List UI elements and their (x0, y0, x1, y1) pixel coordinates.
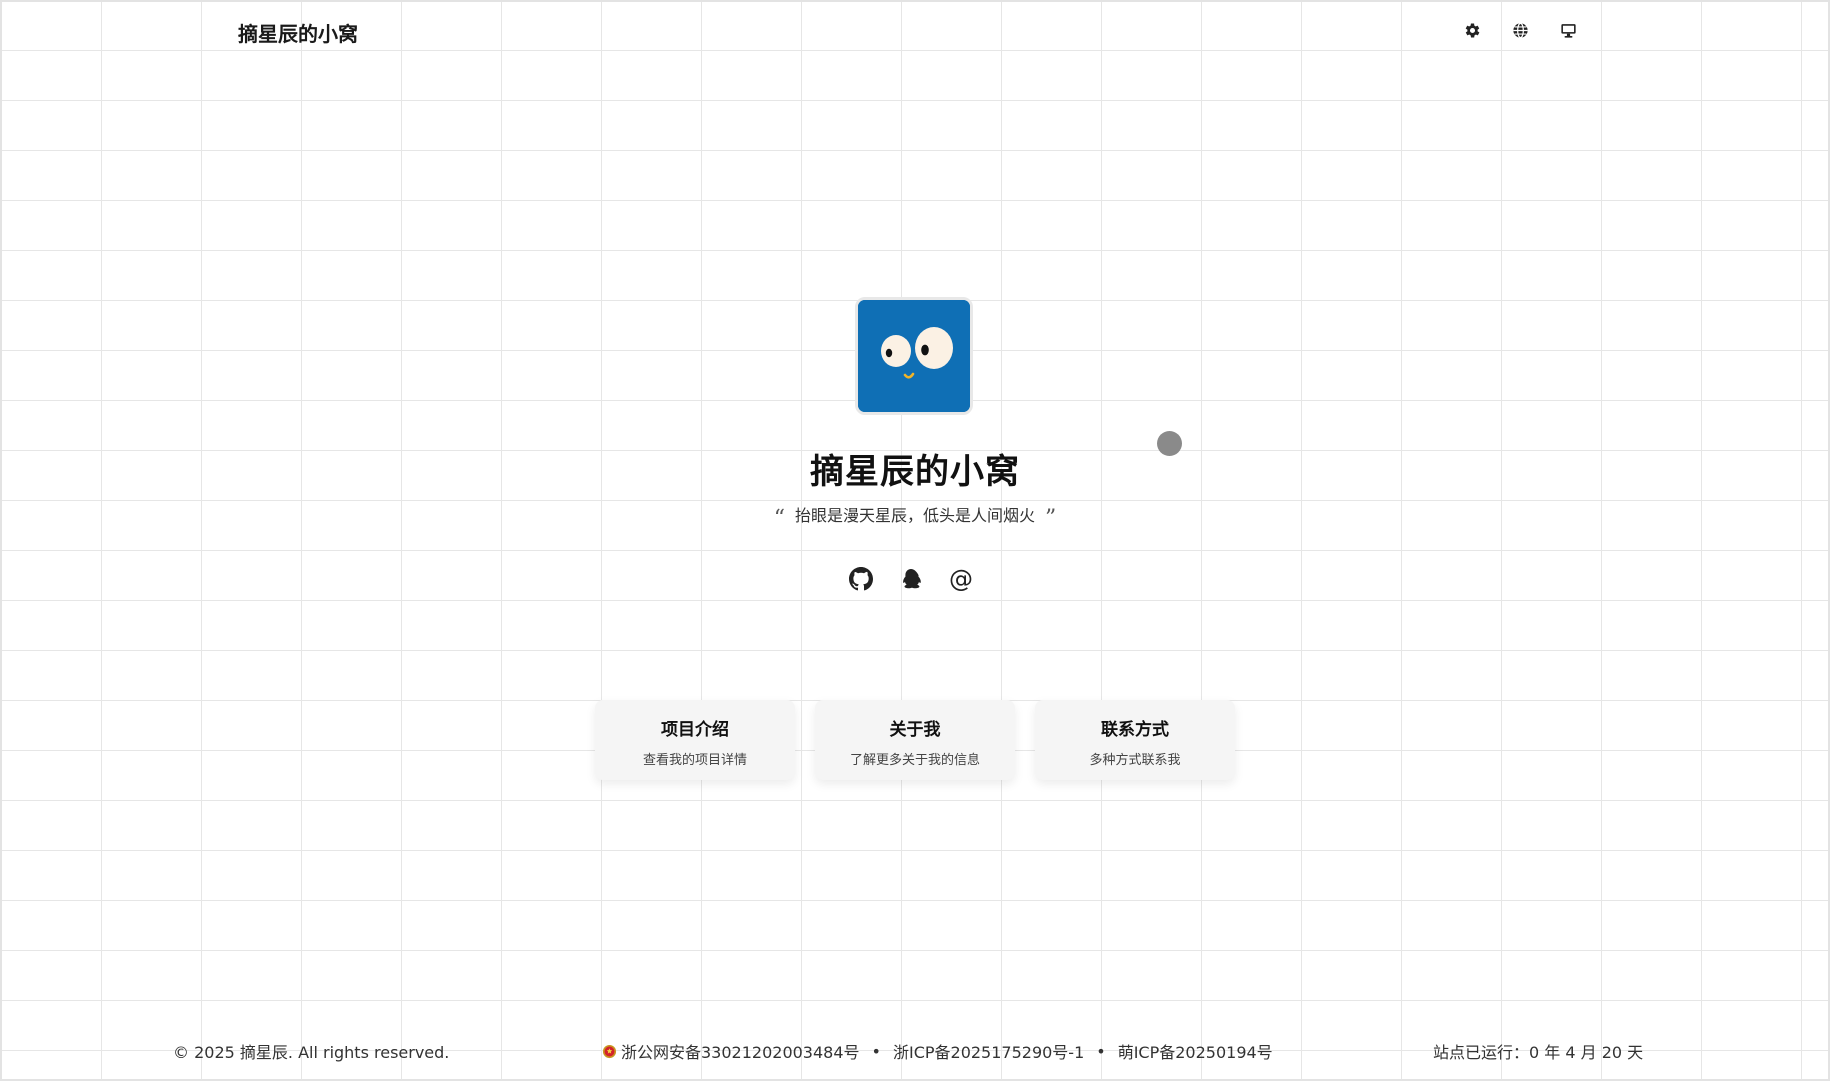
motto-text: 抬眼是漫天星辰，低头是人间烟火 (794, 506, 1035, 525)
moe-icp-record-link[interactable]: 萌ICP备20250194号 (1118, 1039, 1273, 1063)
site-title[interactable]: 摘星辰的小窝 (238, 18, 358, 47)
separator-dot: • (871, 1041, 881, 1061)
avatar-face-image (858, 300, 970, 412)
open-quote: “ (773, 506, 785, 531)
icp-record-link[interactable]: 浙ICP备2025175290号-1 (893, 1039, 1084, 1063)
card-description: 了解更多关于我的信息 (849, 753, 980, 768)
globe-icon (1512, 22, 1528, 38)
card-title: 关于我 (889, 720, 941, 740)
theme-button[interactable] (1556, 18, 1580, 42)
qq-icon (903, 569, 921, 589)
card-contact[interactable]: 联系方式 多种方式联系我 (1035, 700, 1235, 780)
at-icon: @ (949, 565, 973, 593)
gear-icon (1465, 23, 1479, 37)
site-runtime: 站点已运行：0 年 4 月 20 天 (1433, 1043, 1644, 1062)
card-description: 查看我的项目详情 (642, 753, 747, 768)
separator-dot: • (1096, 1041, 1106, 1061)
header-actions (1460, 18, 1580, 42)
card-about[interactable]: 关于我 了解更多关于我的信息 (815, 700, 1015, 780)
close-quote: ” (1045, 506, 1057, 531)
copyright-text: © 2025 摘星辰. All rights reserved. (173, 1043, 450, 1062)
qq-link[interactable] (898, 566, 924, 592)
card-projects[interactable]: 项目介绍 查看我的项目详情 (595, 700, 795, 780)
settings-button[interactable] (1460, 18, 1484, 42)
footer-records: 浙公网安备33021202003484号 • 浙ICP备2025175290号-… (602, 1039, 1273, 1063)
social-links: @ (848, 566, 974, 592)
police-record-link[interactable]: 浙公网安备33021202003484号 (621, 1039, 860, 1063)
monitor-icon (1560, 23, 1576, 38)
email-link[interactable]: @ (948, 566, 974, 592)
card-title: 联系方式 (1101, 720, 1169, 740)
feature-cards: 项目介绍 查看我的项目详情 关于我 了解更多关于我的信息 联系方式 多种方式联系… (595, 700, 1235, 780)
github-link[interactable] (848, 566, 874, 592)
language-button[interactable] (1508, 18, 1532, 42)
github-icon (849, 567, 873, 591)
police-badge-icon (602, 1044, 617, 1059)
motto: “ 抬眼是漫天星辰，低头是人间烟火 ” (0, 502, 1830, 531)
avatar (855, 297, 973, 415)
hero-title: 摘星辰的小窝 (810, 452, 1020, 492)
card-title: 项目介绍 (661, 720, 729, 740)
card-description: 多种方式联系我 (1089, 753, 1181, 768)
page-frame (0, 0, 1830, 1081)
